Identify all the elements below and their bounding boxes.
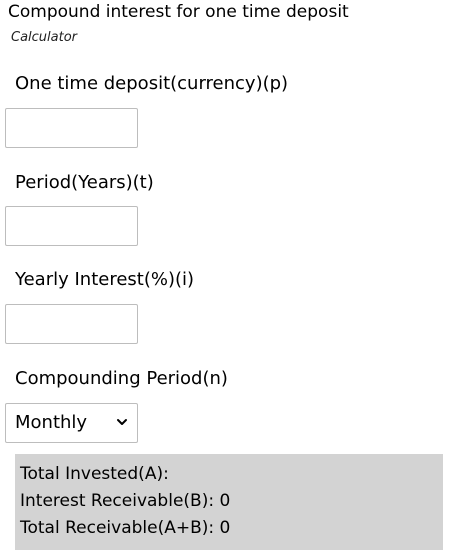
page-subtitle: Calculator <box>11 30 78 45</box>
results-panel: Total Invested(A): Interest Receivable(B… <box>15 454 443 550</box>
total-receivable-text: Total Receivable(A+B): 0 <box>20 518 231 538</box>
compounding-label: Compounding Period(n) <box>15 368 228 389</box>
period-input[interactable] <box>5 206 138 246</box>
interest-receivable-text: Interest Receivable(B): 0 <box>20 491 231 511</box>
compounding-selected-value: Monthly <box>15 412 88 433</box>
deposit-label: One time deposit(currency)(p) <box>15 73 289 94</box>
deposit-input[interactable] <box>5 108 138 148</box>
total-invested-text: Total Invested(A): <box>20 464 169 484</box>
period-label: Period(Years)(t) <box>15 172 154 193</box>
interest-input[interactable] <box>5 304 138 344</box>
page-title: Compound interest for one time deposit <box>8 2 349 22</box>
compounding-select[interactable]: Monthly <box>5 403 138 443</box>
interest-label: Yearly Interest(%)(i) <box>15 269 195 290</box>
chevron-down-icon <box>117 419 127 425</box>
